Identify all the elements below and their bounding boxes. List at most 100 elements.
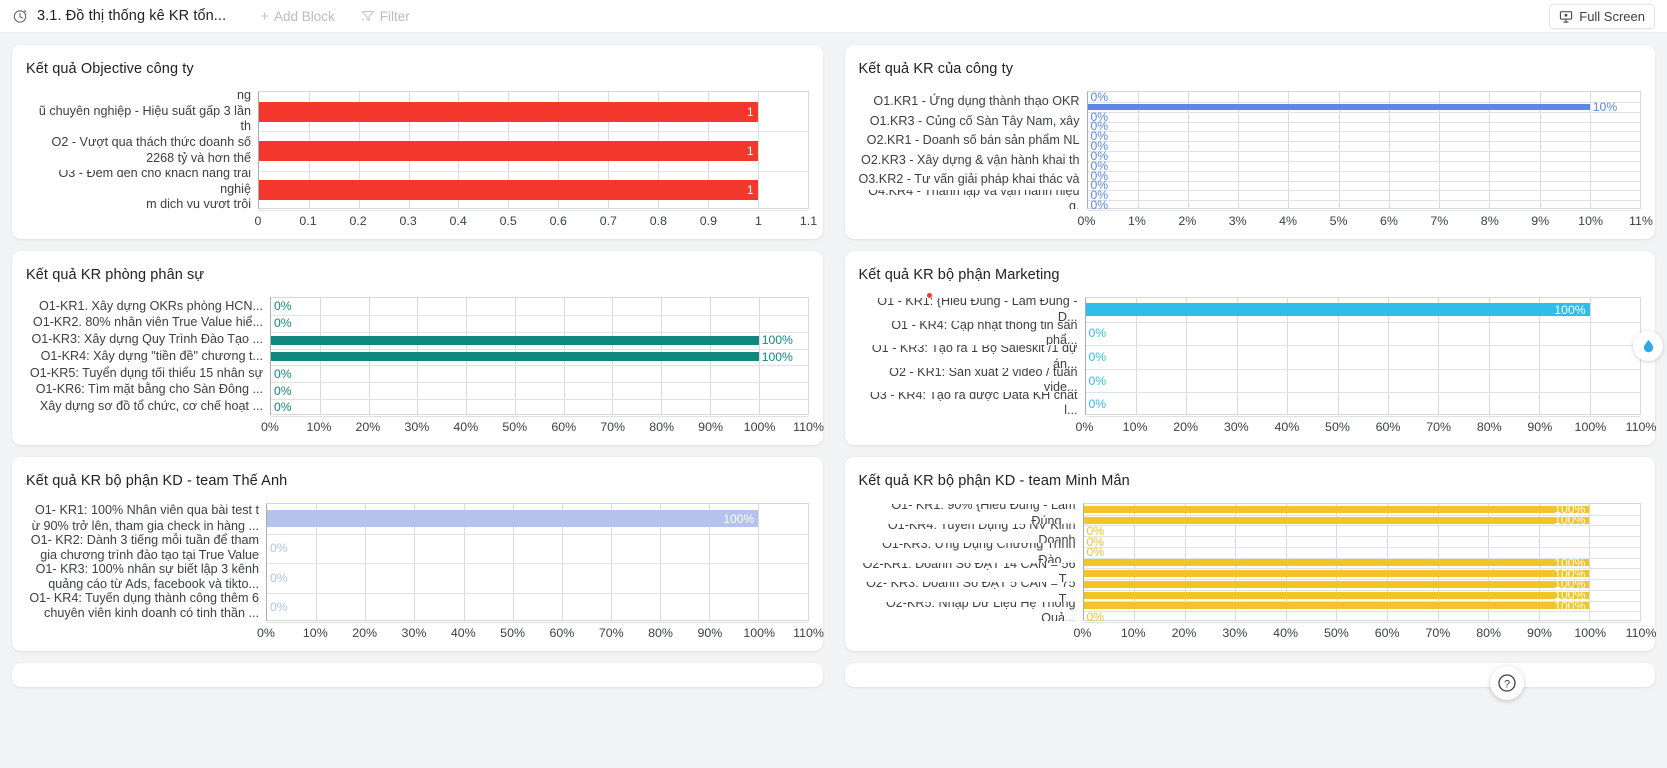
bar-value-label: 100% xyxy=(761,333,793,348)
axis-tick-labels: 0% 10% 20% 30% 40% 50% 60% 70% 80% 90% 100% 110% xyxy=(261,415,824,437)
chart-kr-kd-minh-man[interactable]: O1- KR1: 90% {Hiểu Đúng - Làm Đúng ... O1… xyxy=(859,503,1656,643)
bar-row[interactable]: 0% xyxy=(271,399,808,416)
bar[interactable]: 100% xyxy=(1083,589,1590,601)
chart-kr-phong-nhan-su[interactable]: O1-KR1. Xây dựng OKRs phòng HCN... O1-KR2… xyxy=(26,297,824,437)
card-title: Kết quả KR bộ phận KD - team Thế Anh xyxy=(26,473,288,489)
card-title: Kết quả KR phòng phân sự xyxy=(26,267,205,283)
filter-button[interactable]: Filter xyxy=(360,9,410,24)
bar-row[interactable]: 0% xyxy=(271,315,808,332)
bar-row[interactable]: 0% xyxy=(1088,189,1641,201)
bar-row[interactable]: 0% xyxy=(271,382,808,399)
bar-row[interactable]: 0% xyxy=(1084,610,1641,622)
bar-row[interactable]: 0% xyxy=(1088,110,1641,122)
chart-objective-cong-ty[interactable]: O1 - Xây dựng tổ chức và đào tạo đội ngũ… xyxy=(26,91,817,231)
chart-card-kr-kd-minh-man[interactable]: Kết quả KR bộ phận KD - team Minh Mẫn O1… xyxy=(844,457,1656,651)
bar-value-label: 100% xyxy=(761,349,793,364)
bar-row[interactable]: 0% xyxy=(267,563,808,593)
bar-value-label: 0% xyxy=(1088,397,1107,412)
bar-row[interactable]: 100% xyxy=(1083,600,1641,612)
axis-tick-label: 0.4 xyxy=(449,214,467,228)
bar-row[interactable]: 0% xyxy=(1086,369,1641,393)
bar[interactable]: 1 xyxy=(259,140,758,161)
axis-tick-label: 11% xyxy=(1629,214,1653,228)
bars-plot[interactable]: 0% 0% 100% 100% 0% 0% 0% xyxy=(270,297,809,417)
chart-card-kr-phong-nhan-su[interactable]: Kết quả KR phòng phân sự O1-KR1. Xây dựn… xyxy=(12,251,824,445)
chart-card-next[interactable] xyxy=(12,663,823,687)
bar[interactable]: 100% xyxy=(1083,514,1590,526)
bar-value-label: 100% xyxy=(723,511,755,526)
bar[interactable] xyxy=(1087,103,1590,110)
chart-kr-kd-the-anh[interactable]: O1- KR1: 100% Nhân viên qua bài test từ … xyxy=(26,503,824,643)
bar[interactable]: 100% xyxy=(1083,567,1590,580)
category-axis: O1-KR1. Xây dựng OKRs phòng HCN... O1-KR2… xyxy=(26,297,270,415)
bars-plot[interactable]: 0% 10% 0% 0% 0% 0% 0% 0% 0% 0% 0% 0% xyxy=(1086,91,1641,211)
bar-row[interactable]: 0% xyxy=(1086,392,1641,416)
axis-tick-label: 0.2 xyxy=(349,214,367,228)
bars-plot[interactable]: 100% 100% 0% 0% 0% 100% 100% 100% 100% 100% 0% xyxy=(1082,503,1641,623)
full-screen-button[interactable]: Full Screen xyxy=(1549,4,1655,29)
bar-row[interactable]: 0% xyxy=(1084,535,1641,547)
bar-row[interactable]: 100% xyxy=(271,332,808,349)
funnel-icon xyxy=(360,11,375,22)
bar-row[interactable]: 0% xyxy=(267,534,808,564)
bar-row[interactable]: 10% xyxy=(1087,100,1641,113)
bar[interactable]: 100% xyxy=(1083,600,1590,612)
bar[interactable]: 1 xyxy=(259,101,758,122)
bars-plot[interactable]: 100% 0% 0% 0% xyxy=(266,503,809,623)
category-label: O1.KR3 - Củng cố Sàn Tây Nam, xây xyxy=(869,113,1080,128)
bar-row[interactable]: 0% xyxy=(1088,199,1641,211)
bar[interactable] xyxy=(271,335,759,345)
chart-card-objective-cong-ty[interactable]: Kết quả Objective công ty O1 - Xây dựng … xyxy=(12,45,823,239)
axis-tick-label: 20% xyxy=(1173,420,1199,434)
bar-row[interactable]: 0% xyxy=(271,365,808,382)
bar-row[interactable]: 0% xyxy=(1088,150,1641,162)
bars-plot[interactable]: 100% 0% 0% 0% 0% xyxy=(1084,297,1641,417)
bar-row[interactable]: 0% xyxy=(271,298,808,315)
bar-row[interactable]: 0% xyxy=(1088,169,1641,181)
presentation-icon xyxy=(1560,10,1573,23)
axis-tick-label: 6% xyxy=(1379,214,1398,228)
axis-tick-label: 100% xyxy=(743,626,776,640)
category-axis: O1 - Xây dựng tổ chức và đào tạo đội ngũ… xyxy=(26,91,258,209)
bar-row[interactable]: 0% xyxy=(1088,140,1641,152)
bar-row[interactable]: 0% xyxy=(1088,91,1641,103)
bar[interactable]: 100% xyxy=(1085,303,1590,317)
category-label: O2.KR1 - Doanh số bán sản phẩm NL xyxy=(866,133,1080,148)
bar-row[interactable]: 100% xyxy=(1083,514,1641,526)
add-block-button[interactable]: + Add Block xyxy=(260,9,335,24)
bar-value-label: 0% xyxy=(1088,373,1107,388)
chart-kr-cong-ty[interactable]: O1.KR1 - Ứng dụng thành thạo OKR O1.KR3 -… xyxy=(858,91,1653,231)
bar[interactable]: 1 xyxy=(259,180,758,201)
bar-row[interactable]: 0% xyxy=(1088,159,1641,171)
bar-row[interactable]: 0% xyxy=(1088,130,1641,142)
bar-row[interactable]: 1 xyxy=(259,131,808,170)
bar-row[interactable]: 1 xyxy=(259,92,808,131)
bar[interactable] xyxy=(271,352,759,362)
bar[interactable]: 100% xyxy=(1083,557,1590,569)
bar-row[interactable]: 1 xyxy=(259,171,808,210)
help-button[interactable]: ? xyxy=(1490,666,1524,700)
bar[interactable]: 100% xyxy=(1083,503,1590,515)
bar-row[interactable]: 100% xyxy=(267,504,808,534)
chart-card-kr-kd-the-anh[interactable]: Kết quả KR bộ phận KD - team Thế Anh O1-… xyxy=(12,457,824,651)
category-label: O3.KR2 - Tư vấn giải pháp khai thác và xyxy=(858,172,1080,187)
bar-row[interactable]: 0% xyxy=(267,593,808,623)
bar-row[interactable]: 0% xyxy=(1088,179,1641,191)
bar-row[interactable]: 0% xyxy=(1086,322,1641,346)
axis-tick-label: 80% xyxy=(648,626,673,640)
bar-row[interactable]: 0% xyxy=(1086,345,1641,369)
bar-row[interactable]: 0% xyxy=(1084,524,1641,536)
bar-row[interactable]: 100% xyxy=(271,349,808,366)
chart-card-next-2[interactable] xyxy=(844,663,1655,687)
chart-card-kr-cong-ty[interactable]: Kết quả KR của công ty O1.KR1 - Ứng dụng… xyxy=(844,45,1655,239)
bar-row[interactable]: 0% xyxy=(1088,120,1641,132)
bar[interactable]: 100% xyxy=(1083,578,1590,590)
axis-tick-label: 20% xyxy=(355,420,381,434)
chart-kr-marketing[interactable]: O1 - KR1: {Hiểu Đúng - Làm Đúng - D... O1… xyxy=(859,297,1656,437)
bar[interactable]: 100% xyxy=(267,510,759,528)
chart-card-kr-marketing[interactable]: Kết quả KR bộ phận Marketing O1 - KR1: {… xyxy=(844,251,1656,445)
water-drop-button[interactable] xyxy=(1633,331,1663,361)
bar-row[interactable]: 100% xyxy=(1085,298,1641,322)
bars-plot[interactable]: 1 1 1 xyxy=(258,91,809,211)
category-label: O3 - Đem đến cho khách hàng trải nghiệ m … xyxy=(58,170,251,209)
